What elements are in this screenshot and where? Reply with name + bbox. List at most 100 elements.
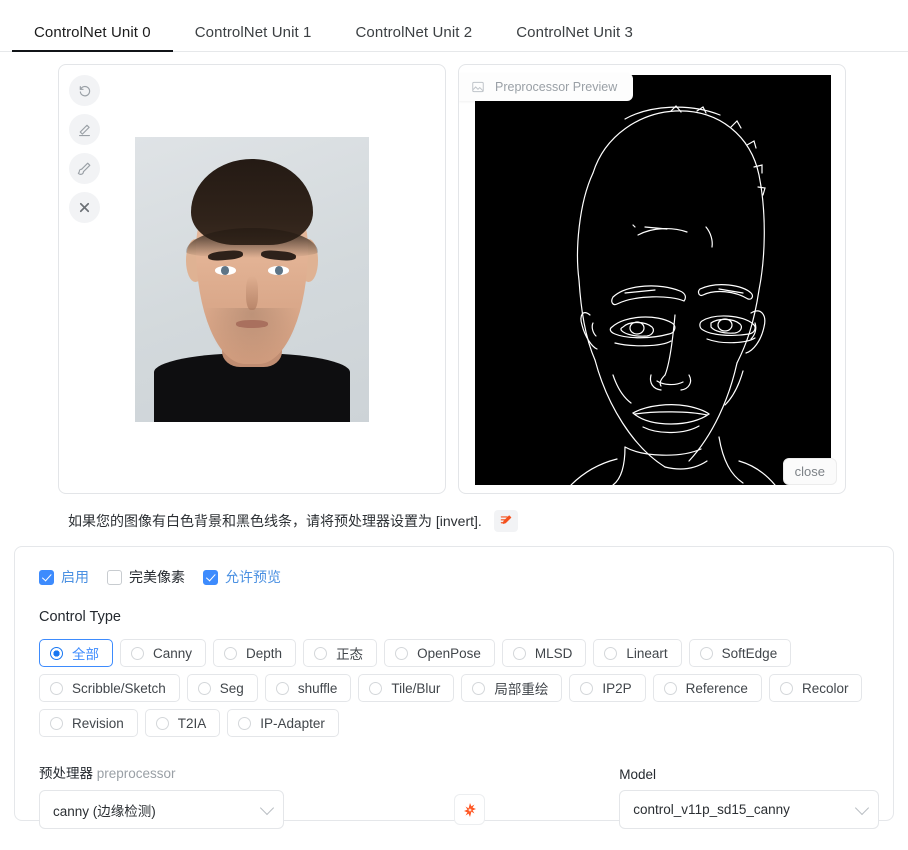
- control-type-label: 局部重绘: [494, 682, 549, 697]
- canny-edge-lineart: [570, 105, 776, 485]
- control-type-label: shuffle: [297, 680, 338, 696]
- image-toolbar: [69, 75, 100, 223]
- control-type-label: T2IA: [177, 715, 207, 731]
- control-type-option-3[interactable]: 正态: [303, 639, 378, 667]
- source-photo-wrapper: [59, 65, 445, 493]
- control-type-option-18[interactable]: IP-Adapter: [227, 709, 339, 737]
- control-type-option-17[interactable]: T2IA: [144, 709, 221, 737]
- control-type-label: Canny: [153, 645, 193, 661]
- checkbox-pixel-perfect[interactable]: 完美像素: [107, 567, 185, 587]
- control-type-label: Depth: [246, 645, 283, 661]
- checkbox-enable-box[interactable]: [39, 569, 54, 585]
- control-type-label: SoftEdge: [721, 645, 778, 661]
- radio-dot: [580, 681, 594, 695]
- radio-dot: [275, 681, 289, 695]
- close-icon: [79, 202, 90, 213]
- radio-dot: [369, 681, 383, 695]
- image-area: Preprocessor Preview close: [0, 52, 908, 494]
- control-type-label: MLSD: [534, 645, 573, 661]
- control-type-label: OpenPose: [417, 645, 481, 661]
- checkbox-allow-preview[interactable]: 允许预览: [203, 567, 281, 587]
- tab-label: ControlNet Unit 3: [516, 24, 633, 41]
- control-type-label: Recolor: [801, 680, 849, 696]
- eraser-icon: [78, 124, 91, 137]
- remove-image-button[interactable]: [69, 192, 100, 223]
- control-type-label: Seg: [219, 680, 244, 696]
- checkbox-pixel-perfect-box[interactable]: [107, 569, 122, 585]
- radio-dot: [512, 646, 526, 660]
- tab-controlnet-unit-3[interactable]: ControlNet Unit 3: [494, 24, 655, 52]
- preprocessor-preview-badge: Preprocessor Preview: [459, 73, 634, 101]
- close-preview-button[interactable]: close: [782, 458, 837, 485]
- radio-dot: [50, 681, 63, 695]
- preprocessor-label-en: preprocessor: [96, 766, 176, 781]
- radio-dot: [50, 716, 63, 730]
- radio-dot: [699, 646, 713, 660]
- source-image-panel[interactable]: [58, 64, 446, 494]
- control-type-option-7[interactable]: SoftEdge: [688, 639, 792, 667]
- control-type-option-6[interactable]: Lineart: [593, 639, 682, 667]
- control-type-option-14[interactable]: Reference: [652, 674, 762, 702]
- tab-controlnet-unit-1[interactable]: ControlNet Unit 1: [173, 24, 334, 52]
- control-type-label: IP2P: [602, 680, 632, 696]
- preprocessor-label-cn: 预处理器: [39, 766, 93, 781]
- brush-button[interactable]: [69, 153, 100, 184]
- control-type-label: Reference: [685, 680, 748, 696]
- control-type-label: 全部: [72, 647, 99, 662]
- radio-dot: [131, 646, 144, 660]
- control-type-option-11[interactable]: Tile/Blur: [358, 674, 455, 702]
- control-type-label: IP-Adapter: [260, 715, 325, 731]
- preprocessor-label: 预处理器 preprocessor: [39, 762, 284, 782]
- tab-label: ControlNet Unit 2: [355, 24, 473, 41]
- invert-hint-text: 如果您的图像有白色背景和黑色线条，请将预处理器设置为 [invert].: [68, 513, 482, 529]
- tab-label: ControlNet Unit 0: [34, 24, 151, 41]
- control-type-label: Revision: [72, 715, 124, 731]
- controlnet-settings-panel: 启用 完美像素 允许预览 Control Type 全部 Canny Depth…: [14, 546, 894, 829]
- control-type-label: Tile/Blur: [391, 680, 441, 696]
- refresh-models-button[interactable]: [454, 794, 486, 825]
- control-type-option-8[interactable]: Scribble/Sketch: [39, 674, 180, 702]
- radio-dot: [155, 716, 169, 730]
- control-type-option-16[interactable]: Revision: [39, 709, 138, 737]
- edit-note-button[interactable]: [493, 510, 518, 532]
- model-label: Model: [619, 767, 657, 782]
- checkbox-pixel-perfect-label: 完美像素: [129, 569, 185, 585]
- checkbox-allow-preview-box[interactable]: [203, 569, 218, 585]
- undo-button[interactable]: [69, 75, 100, 106]
- model-field: Model control_v11p_sd15_canny: [619, 767, 879, 829]
- control-type-option-15[interactable]: Recolor: [768, 674, 863, 702]
- control-type-option-4[interactable]: OpenPose: [384, 639, 495, 667]
- radio-dot: [238, 716, 252, 730]
- model-select[interactable]: control_v11p_sd15_canny: [619, 790, 879, 829]
- radio-dot: [663, 681, 677, 695]
- control-type-option-10[interactable]: shuffle: [264, 674, 352, 702]
- control-type-label: Lineart: [626, 645, 668, 661]
- control-type-option-9[interactable]: Seg: [186, 674, 258, 702]
- control-type-option-5[interactable]: MLSD: [501, 639, 587, 667]
- edit-note-icon: [500, 515, 512, 524]
- tab-controlnet-unit-2[interactable]: ControlNet Unit 2: [334, 24, 495, 52]
- control-type-option-1[interactable]: Canny: [120, 639, 207, 667]
- brush-icon: [77, 162, 91, 175]
- radio-dot: [395, 646, 409, 660]
- tab-controlnet-unit-0[interactable]: ControlNet Unit 0: [12, 24, 173, 52]
- invert-hint-row: 如果您的图像有白色背景和黑色线条，请将预处理器设置为 [invert].: [0, 494, 908, 546]
- control-type-option-12[interactable]: 局部重绘: [461, 674, 563, 702]
- preprocessor-select[interactable]: canny (边缘检测): [39, 790, 285, 829]
- chevron-down-icon: [854, 800, 870, 815]
- control-type-title: Control Type: [39, 609, 121, 625]
- image-icon: [472, 81, 484, 93]
- model-selected-value: control_v11p_sd15_canny: [633, 802, 790, 817]
- control-type-label: 正态: [336, 647, 364, 662]
- eraser-button[interactable]: [69, 114, 100, 145]
- control-type-option-13[interactable]: IP2P: [569, 674, 646, 702]
- radio-dot: [472, 681, 486, 695]
- control-type-option-0[interactable]: 全部: [39, 639, 113, 667]
- preprocessor-preview-panel[interactable]: Preprocessor Preview close: [458, 64, 846, 494]
- control-type-option-2[interactable]: Depth: [213, 639, 297, 667]
- source-photo: [135, 136, 369, 422]
- preprocessor-selected-value: canny (边缘检测): [53, 803, 156, 819]
- control-type-radio-group: 全部 Canny Depth 正态 OpenPose MLSD Lineart: [39, 639, 879, 737]
- checkbox-enable[interactable]: 启用: [39, 567, 89, 587]
- preprocessor-model-row: 预处理器 preprocessor canny (边缘检测) Model con…: [39, 762, 879, 829]
